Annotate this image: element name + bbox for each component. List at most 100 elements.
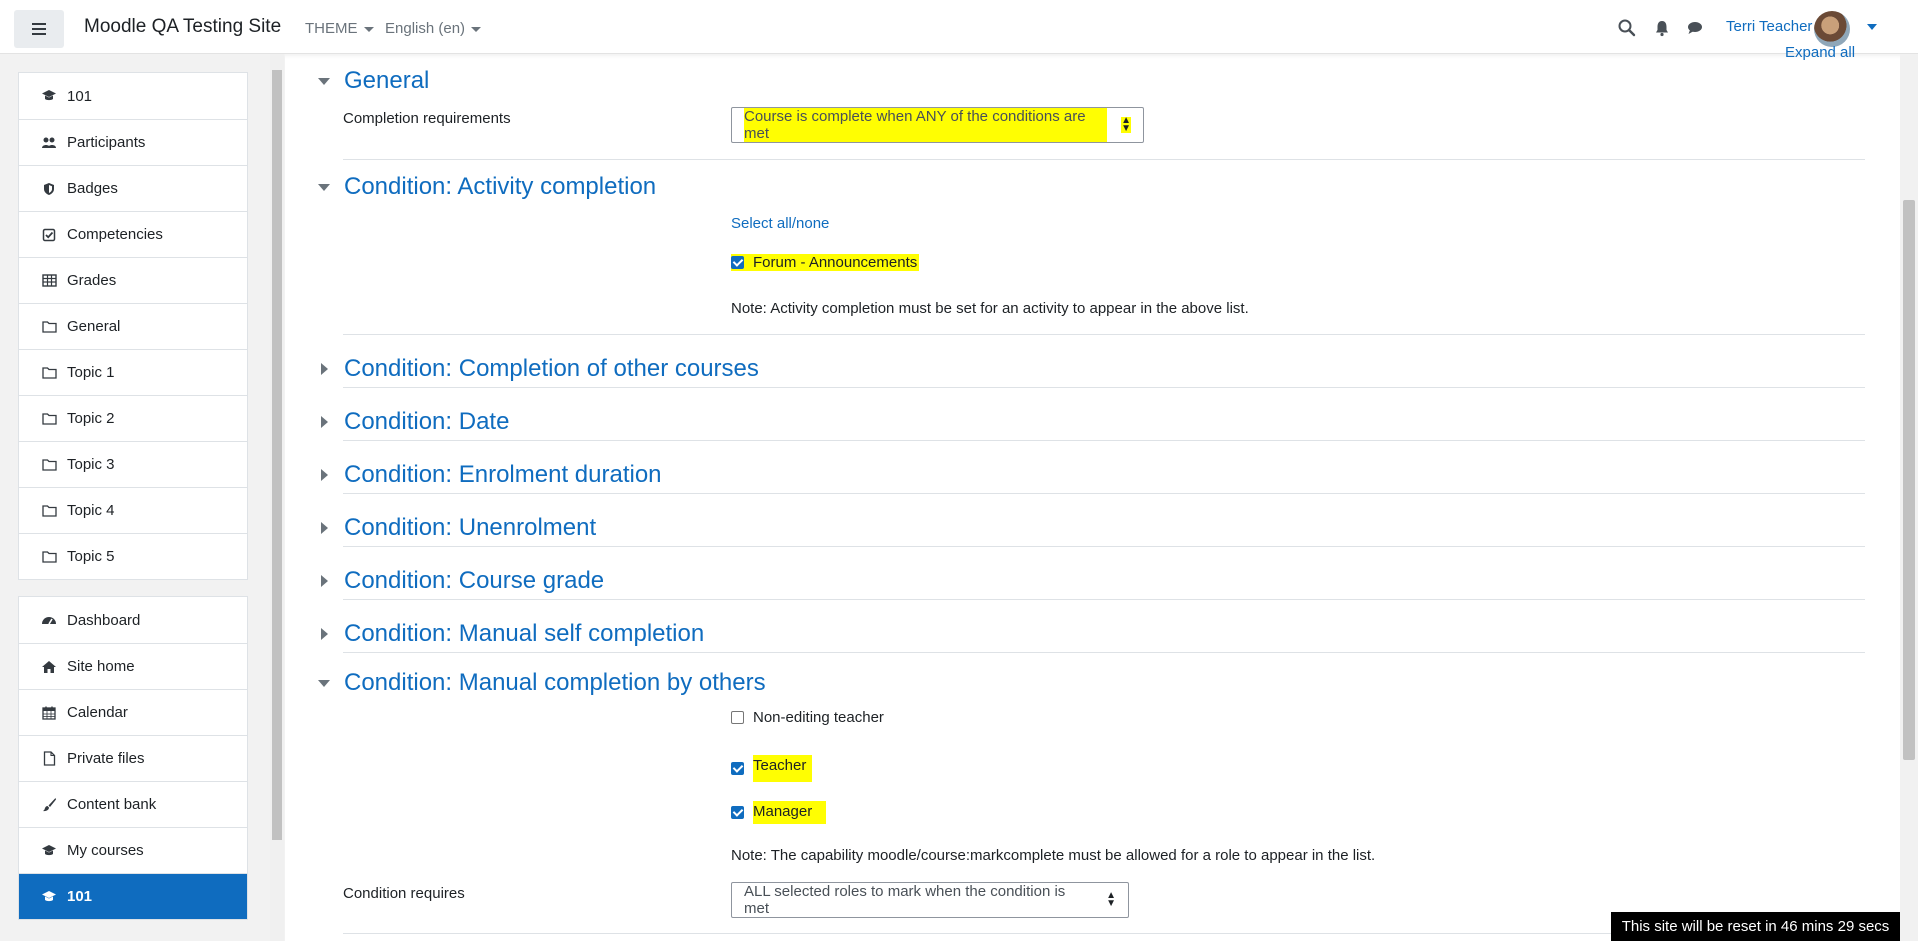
select-all-none-link[interactable]: Select all/none [731, 215, 829, 232]
nav-item-label: General [67, 318, 121, 335]
course-nav-item[interactable]: General [19, 303, 247, 349]
expand-all-link[interactable]: Expand all [1785, 44, 1855, 61]
activity-forum-announcements[interactable]: Forum - Announcements [731, 254, 920, 271]
collapsed-section-header[interactable]: Condition: Completion of other courses [318, 355, 759, 383]
completion-requirements-select[interactable]: Course is complete when ANY of the condi… [731, 107, 1144, 143]
select-value: ALL selected roles to mark when the cond… [744, 883, 1066, 917]
divider [343, 334, 1865, 335]
site-nav-item[interactable]: Content bank [19, 781, 247, 827]
nav-item-label: 101 [67, 87, 93, 105]
theme-label: THEME [305, 20, 358, 37]
site-nav-item[interactable]: 101 [19, 873, 247, 919]
collapsed-caret-icon [321, 416, 328, 428]
checkbox-label: Forum - Announcements [753, 254, 918, 271]
folder-icon [41, 503, 57, 519]
checkbox-label: Teacher [753, 755, 813, 782]
main-scrollbar-thumb[interactable] [1903, 200, 1915, 760]
checkbox[interactable] [731, 762, 744, 775]
dashboard-icon [41, 612, 57, 628]
role-non-editing-teacher[interactable]: Non-editing teacher [731, 709, 884, 726]
collapsed-caret-icon [321, 522, 328, 534]
divider [343, 440, 1865, 441]
condition-requires-select[interactable]: ALL selected roles to mark when the cond… [731, 882, 1129, 918]
course-nav-item[interactable]: Badges [19, 165, 247, 211]
search-icon[interactable] [1617, 18, 1637, 38]
site-nav-item[interactable]: Site home [19, 643, 247, 689]
shield-icon [41, 181, 57, 197]
nav-item-label: Topic 2 [67, 410, 115, 427]
nav-item-label: Private files [67, 750, 145, 767]
select-arrows-icon: ▲ ▼ [1106, 890, 1116, 909]
collapsed-caret-icon [321, 363, 328, 375]
folder-icon [41, 365, 57, 381]
completion-requirements-label: Completion requirements [343, 110, 511, 127]
collapsed-section-header[interactable]: Condition: Manual self completion [318, 620, 704, 648]
checkbox-label: Manager [753, 801, 827, 824]
file-icon [41, 751, 57, 767]
site-nav-item[interactable]: Calendar [19, 689, 247, 735]
course-nav-item[interactable]: Competencies [19, 211, 247, 257]
checkbox[interactable] [731, 806, 744, 819]
top-navbar: Moodle QA Testing Site THEME English (en… [0, 0, 1918, 54]
section-title: General [344, 67, 430, 94]
collapsed-section-header[interactable]: Condition: Unenrolment [318, 514, 596, 542]
site-nav-item[interactable]: Private files [19, 735, 247, 781]
course-nav-item[interactable]: Grades [19, 257, 247, 303]
paint-brush-icon [41, 797, 57, 813]
section-title: Condition: Completion of other courses [344, 355, 759, 382]
avatar[interactable] [1814, 11, 1850, 47]
section-activity-header[interactable]: Condition: Activity completion [318, 173, 656, 201]
course-nav-item[interactable]: Topic 2 [19, 395, 247, 441]
nav-item-label: Badges [67, 180, 118, 197]
menu-toggle-button[interactable] [14, 10, 64, 48]
select-arrows-icon: ▲ ▼ [1121, 115, 1131, 134]
collapsed-caret-icon [321, 575, 328, 587]
bell-icon[interactable] [1652, 18, 1672, 38]
nav-item-label: Grades [67, 272, 117, 289]
chat-icon[interactable] [1685, 18, 1705, 38]
course-nav-item[interactable]: Topic 3 [19, 441, 247, 487]
section-general-header[interactable]: General [318, 67, 429, 95]
calendar-icon [41, 705, 57, 721]
collapsed-section-header[interactable]: Condition: Course grade [318, 567, 604, 595]
nav-item-label: Site home [67, 658, 135, 675]
role-teacher[interactable]: Teacher [731, 755, 813, 782]
collapsed-section-header[interactable]: Condition: Date [318, 408, 509, 436]
collapsed-section-header[interactable]: Condition: Enrolment duration [318, 461, 662, 489]
section-title: Condition: Unenrolment [344, 514, 597, 541]
site-nav-item[interactable]: My courses [19, 827, 247, 873]
graduation-cap-icon [41, 843, 57, 859]
section-manual-others-header[interactable]: Condition: Manual completion by others [318, 669, 766, 697]
course-nav-item[interactable]: Topic 4 [19, 487, 247, 533]
caret-down-icon [363, 26, 374, 32]
section-title: Condition: Course grade [344, 567, 605, 594]
site-nav-item[interactable]: Dashboard [19, 597, 247, 643]
nav-item-label: Dashboard [67, 611, 141, 629]
theme-dropdown[interactable]: THEME [305, 20, 374, 37]
section-title: Condition: Manual completion by others [344, 669, 766, 696]
course-nav-item[interactable]: Topic 5 [19, 533, 247, 579]
site-name[interactable]: Moodle QA Testing Site [84, 16, 281, 38]
checkbox[interactable] [731, 256, 744, 269]
drawer-scrollbar-thumb[interactable] [272, 70, 282, 840]
nav-item-label: Topic 3 [67, 456, 115, 473]
section-title: Condition: Date [344, 408, 510, 435]
checkbox[interactable] [731, 711, 744, 724]
course-navigation: 101 Participants Badges Competencies Grades G… [18, 72, 248, 580]
language-dropdown[interactable]: English (en) [385, 20, 482, 37]
nav-item-label: Competencies [67, 226, 163, 243]
check-square-icon [41, 227, 57, 243]
nav-item-label: Calendar [67, 704, 128, 721]
course-nav-item[interactable]: 101 [19, 73, 247, 119]
section-title: Condition: Manual self completion [344, 620, 705, 647]
user-menu-name[interactable]: Terri Teacher [1726, 18, 1812, 35]
expanded-caret-icon [318, 183, 330, 191]
course-nav-item[interactable]: Topic 1 [19, 349, 247, 395]
role-manager[interactable]: Manager [731, 801, 827, 824]
users-icon [41, 135, 57, 151]
course-nav-item[interactable]: Participants [19, 119, 247, 165]
manual-others-note: Note: The capability moodle/course:markc… [731, 847, 1376, 864]
language-label: English (en) [385, 20, 466, 37]
nav-item-label: 101 [67, 888, 93, 905]
caret-down-icon[interactable] [1867, 24, 1877, 30]
